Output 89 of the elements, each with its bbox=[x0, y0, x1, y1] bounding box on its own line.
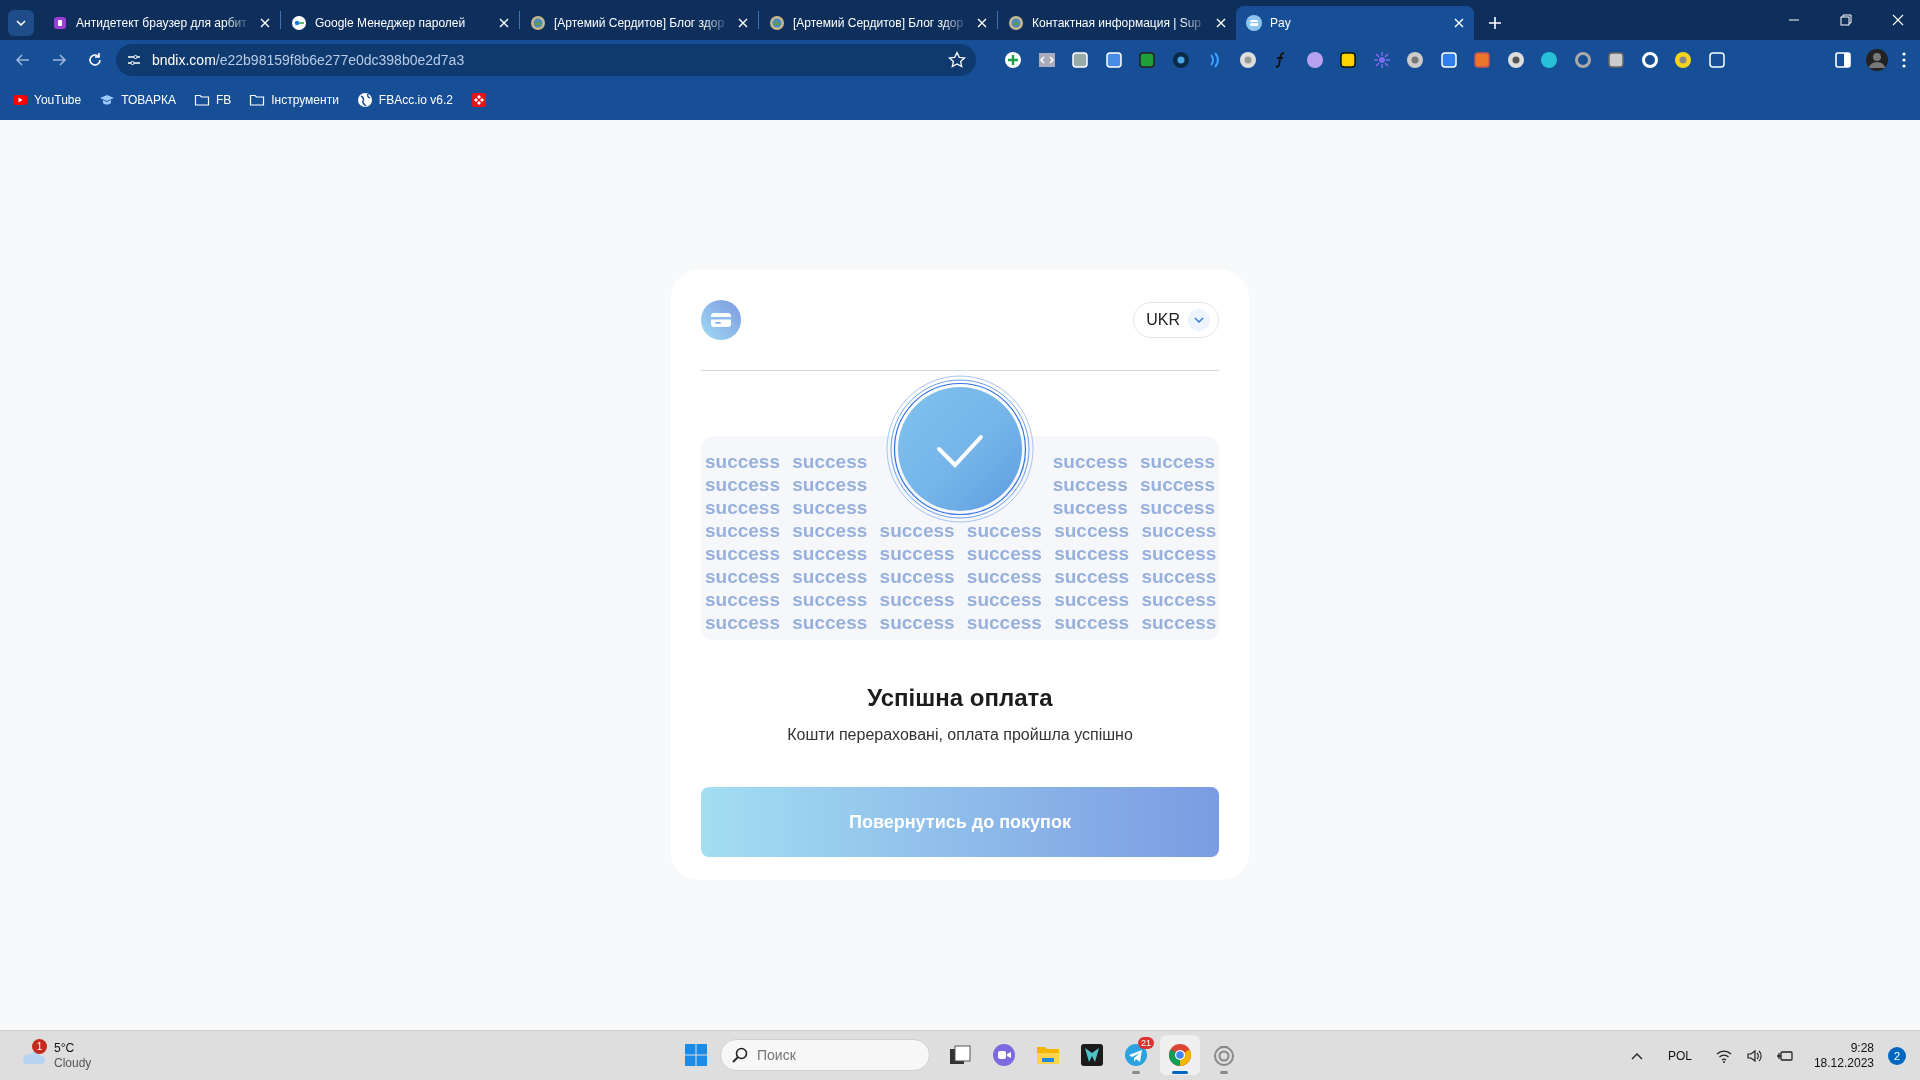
folder-icon bbox=[193, 92, 210, 108]
notification-badge: 1 bbox=[32, 1038, 47, 1054]
address-bar[interactable]: bndix.com/e22b98159f8b6e277e0dc398b0e2d7a3 bbox=[116, 44, 976, 76]
close-icon[interactable] bbox=[499, 18, 509, 28]
app-icon bbox=[1080, 1043, 1104, 1067]
bookmark-link[interactable]: YouTube bbox=[12, 91, 82, 109]
emblem-icon bbox=[769, 15, 785, 31]
start-icon[interactable] bbox=[684, 1043, 708, 1067]
tab-title: [Артемий Сердитов] Блог здор bbox=[793, 15, 965, 32]
side-panel-icon[interactable] bbox=[1834, 51, 1852, 69]
ring-icon bbox=[1212, 1043, 1236, 1067]
globe-icon bbox=[356, 92, 373, 108]
close-icon[interactable] bbox=[260, 18, 270, 28]
taskbar-app-button[interactable]: 21 bbox=[1116, 1035, 1156, 1075]
browser-tab[interactable]: Google Менеджер паролей bbox=[281, 6, 519, 40]
close-icon[interactable] bbox=[1216, 18, 1226, 28]
clock-time[interactable]: 9:28 bbox=[1813, 1040, 1874, 1056]
close-icon[interactable] bbox=[1892, 14, 1904, 26]
caret-icon bbox=[16, 20, 26, 26]
video-call-icon bbox=[992, 1043, 1016, 1067]
avatar-icon[interactable] bbox=[1866, 49, 1888, 71]
pattern-text: success success success success success success bbox=[705, 611, 1217, 634]
pattern-text: success success bbox=[705, 450, 868, 473]
search-icon bbox=[732, 1047, 748, 1063]
new-tab-icon[interactable] bbox=[1488, 16, 1502, 30]
extension-icon[interactable] bbox=[1037, 51, 1056, 69]
pattern-text: success success success success success success bbox=[705, 565, 1217, 588]
bookmark-link[interactable]: FB bbox=[193, 91, 232, 109]
input-language[interactable]: POL bbox=[1667, 1046, 1692, 1065]
tab-title: Контактная информация | Sup bbox=[1032, 15, 1203, 32]
card-icon bbox=[701, 300, 741, 340]
close-icon[interactable] bbox=[977, 18, 987, 28]
bookmark-link[interactable]: FBAcc.io v6.2 bbox=[356, 91, 453, 109]
emblem-icon bbox=[530, 15, 546, 31]
browser-tab[interactable]: Контактная информация | Sup bbox=[998, 6, 1236, 40]
browser-tab[interactable]: Pay bbox=[1236, 6, 1474, 40]
browser-tab[interactable]: Антидетект браузер для арбит bbox=[42, 6, 280, 40]
reload-icon[interactable] bbox=[86, 51, 104, 69]
extension-icon[interactable] bbox=[1171, 51, 1190, 69]
window-icon bbox=[948, 1043, 972, 1067]
pattern-text: success success bbox=[1052, 450, 1215, 473]
youtube-icon bbox=[12, 92, 28, 108]
search-field[interactable]: Поиск bbox=[720, 1039, 930, 1071]
tab-title: [Артемий Сердитов] Блог здор bbox=[554, 15, 726, 32]
pattern-text: success success success success success success bbox=[705, 519, 1217, 542]
pattern-text: success success bbox=[705, 496, 868, 519]
clock-date[interactable]: 18.12.2023 bbox=[1813, 1055, 1874, 1071]
success-title: Успішна оплата bbox=[866, 683, 1054, 713]
star-icon[interactable] bbox=[948, 51, 966, 69]
chevron-down-icon bbox=[1188, 309, 1210, 331]
app-icon bbox=[52, 15, 68, 31]
extension-icon[interactable] bbox=[1238, 51, 1257, 69]
bookmark-link[interactable]: Інструменти bbox=[249, 91, 339, 109]
tab-title: Антидетект браузер для арбит bbox=[76, 15, 248, 32]
emblem-icon bbox=[1008, 15, 1024, 31]
pattern-text: success success bbox=[1052, 473, 1215, 496]
browser-icon bbox=[1168, 1043, 1192, 1067]
extension-icon[interactable] bbox=[1339, 51, 1357, 69]
folder-icon bbox=[249, 92, 266, 108]
menu-icon[interactable] bbox=[1902, 52, 1906, 68]
close-icon[interactable] bbox=[738, 18, 748, 28]
speaker-icon[interactable] bbox=[1745, 1048, 1762, 1063]
key-icon bbox=[291, 15, 307, 31]
browser-tab[interactable]: [Артемий Сердитов] Блог здор bbox=[759, 6, 997, 40]
count-badge: 21 bbox=[1138, 1037, 1154, 1049]
tab-title: Pay bbox=[1270, 15, 1292, 32]
weather-temperature: 5°C bbox=[54, 1040, 76, 1056]
browser-tab[interactable]: [Артемий Сердитов] Блог здор bbox=[520, 6, 758, 40]
bookmark-link[interactable]: ТОВАРКА bbox=[99, 91, 176, 109]
restore-icon[interactable] bbox=[1840, 14, 1852, 26]
pattern-text: success success bbox=[1052, 496, 1215, 519]
language-select[interactable]: UKR bbox=[1133, 302, 1219, 338]
wifi-icon[interactable] bbox=[1715, 1048, 1732, 1063]
battery-icon[interactable] bbox=[1775, 1048, 1794, 1063]
notification-count[interactable]: 2 bbox=[1888, 1046, 1906, 1065]
card-icon bbox=[1246, 15, 1262, 31]
success-message: Кошти перераховані, оплата пройшла успішно bbox=[786, 725, 1134, 745]
extension-icon[interactable] bbox=[1506, 51, 1525, 69]
pattern-text: success success success success success success bbox=[705, 588, 1217, 611]
site-settings-icon[interactable] bbox=[126, 52, 142, 68]
app-icon[interactable] bbox=[470, 92, 487, 108]
weather-condition: Cloudy bbox=[54, 1055, 92, 1071]
pattern-text: success success success success success success bbox=[705, 542, 1217, 565]
tab-title: Google Менеджер паролей bbox=[315, 15, 467, 32]
extension-icon[interactable] bbox=[1004, 51, 1022, 69]
tab-search-button[interactable] bbox=[8, 10, 34, 36]
close-icon[interactable] bbox=[1454, 18, 1464, 28]
pattern-text: success success bbox=[705, 473, 868, 496]
url-text: bndix.com/e22b98159f8b6e277e0dc398b0e2d7a3 bbox=[152, 50, 466, 70]
